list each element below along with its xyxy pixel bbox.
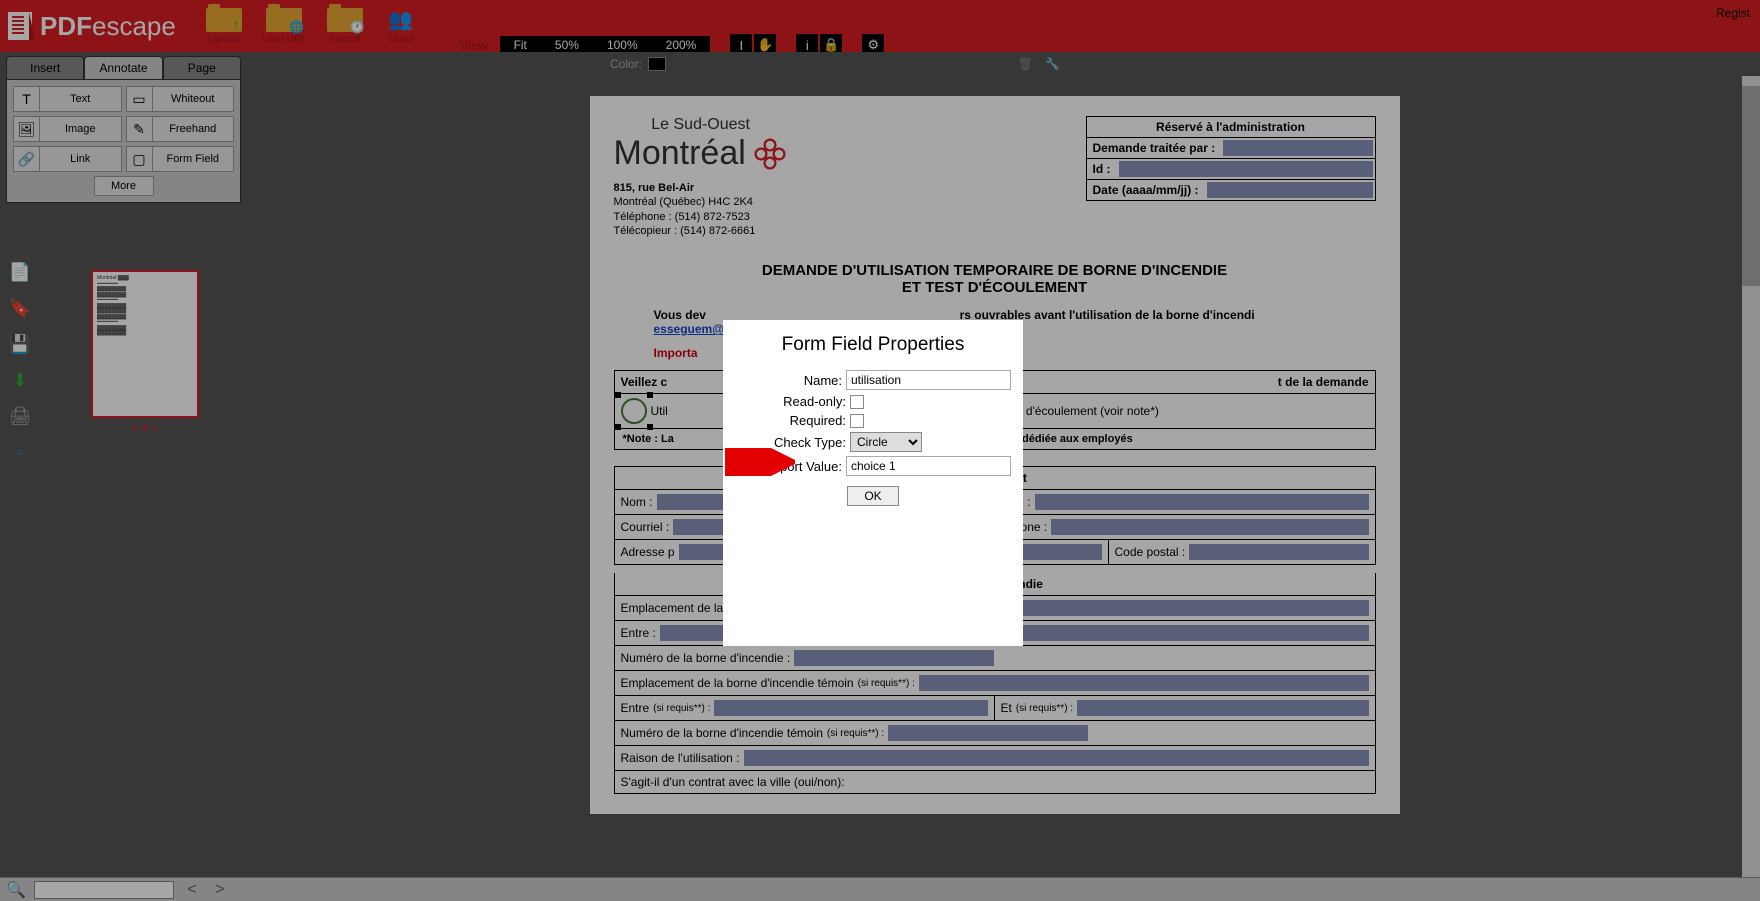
- label-checktype: Check Type:: [735, 435, 850, 450]
- input-name[interactable]: [846, 370, 1011, 390]
- label-exportvalue: Export Value:: [735, 459, 846, 474]
- ok-button[interactable]: OK: [847, 486, 898, 506]
- label-readonly: Read-only:: [735, 394, 850, 409]
- label-name: Name:: [735, 373, 846, 388]
- checkbox-readonly[interactable]: [850, 395, 864, 409]
- dialog-title: Form Field Properties: [723, 320, 1023, 366]
- checkbox-required[interactable]: [850, 414, 864, 428]
- input-exportvalue[interactable]: [846, 456, 1011, 476]
- label-required: Required:: [735, 413, 850, 428]
- select-checktype[interactable]: Circle: [850, 432, 922, 452]
- form-field-properties-dialog: Form Field Properties Name: Read-only: R…: [723, 320, 1023, 646]
